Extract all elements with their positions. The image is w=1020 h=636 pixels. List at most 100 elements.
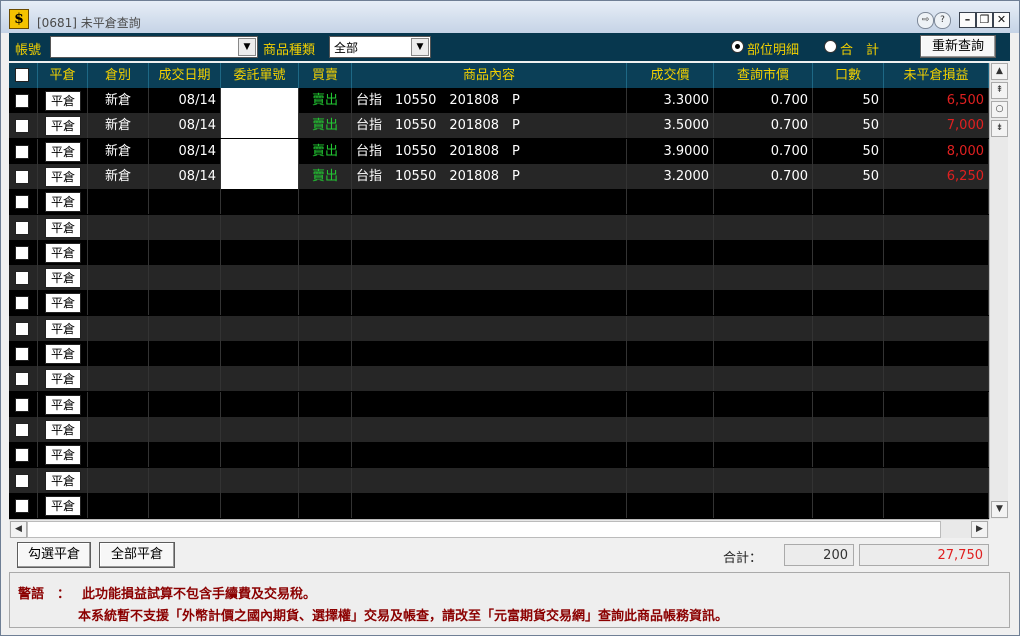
table-row[interactable]: 平倉 新倉 08/14 賣出 台指 10550 201808 P 3.5000 0.700 5… xyxy=(9,113,989,139)
close-position-button[interactable]: 平倉 xyxy=(45,445,81,466)
select-all-checkbox[interactable] xyxy=(15,68,29,82)
close-position-button[interactable]: 平倉 xyxy=(45,394,81,415)
row-select-cell[interactable] xyxy=(9,138,38,164)
row-checkbox[interactable] xyxy=(15,422,29,437)
scroll-left-icon[interactable]: ◀ xyxy=(10,521,27,538)
table-row[interactable]: 平倉 xyxy=(9,341,989,366)
row-checkbox[interactable] xyxy=(15,245,29,260)
row-select-cell[interactable] xyxy=(9,442,38,468)
page-down-icon[interactable]: ⇟ xyxy=(991,120,1008,137)
row-close-cell[interactable]: 平倉 xyxy=(38,113,88,139)
row-checkbox[interactable] xyxy=(15,321,29,336)
radio-total-label[interactable]: 合 計 xyxy=(840,39,879,58)
row-checkbox[interactable] xyxy=(15,169,29,184)
table-row[interactable]: 平倉 新倉 08/14 賣出 台指 10550 201808 P 3.2000 0.700 5… xyxy=(9,163,989,189)
row-select-cell[interactable] xyxy=(9,492,38,518)
radio-position-detail-label[interactable]: 部位明細 xyxy=(747,39,799,58)
page-up-icon[interactable]: ⇞ xyxy=(991,82,1008,99)
table-row[interactable]: 平倉 xyxy=(9,290,989,316)
scroll-thumb[interactable] xyxy=(27,521,941,538)
row-checkbox[interactable] xyxy=(15,271,29,286)
close-position-button[interactable]: 平倉 xyxy=(45,318,81,339)
row-checkbox[interactable] xyxy=(15,94,29,108)
close-position-button[interactable]: 平倉 xyxy=(45,192,81,213)
requery-button[interactable]: 重新查詢 xyxy=(920,35,996,58)
row-close-cell[interactable]: 平倉 xyxy=(38,189,88,215)
title-bar[interactable]: $ [0681] 未平倉查詢 ⇨ ? – ❐ ✕ xyxy=(1,1,1019,33)
table-row[interactable]: 平倉 xyxy=(9,239,989,265)
row-close-cell[interactable]: 平倉 xyxy=(38,239,88,265)
row-close-cell[interactable]: 平倉 xyxy=(38,366,88,392)
close-position-button[interactable]: 平倉 xyxy=(45,217,81,238)
close-position-button[interactable]: 平倉 xyxy=(45,91,81,111)
row-close-cell[interactable]: 平倉 xyxy=(38,88,88,113)
row-close-cell[interactable]: 平倉 xyxy=(38,163,88,189)
row-close-cell[interactable]: 平倉 xyxy=(38,467,88,493)
close-all-button[interactable]: 全部平倉 xyxy=(99,542,175,568)
export-icon[interactable]: ⇨ xyxy=(917,12,934,29)
row-close-cell[interactable]: 平倉 xyxy=(38,315,88,341)
row-checkbox[interactable] xyxy=(15,119,29,134)
row-checkbox[interactable] xyxy=(15,195,29,210)
row-select-cell[interactable] xyxy=(9,113,38,139)
chevron-down-icon[interactable]: ▼ xyxy=(238,38,256,56)
row-select-cell[interactable] xyxy=(9,265,38,291)
close-selected-button[interactable]: 勾選平倉 xyxy=(17,542,91,568)
close-position-button[interactable]: 平倉 xyxy=(45,293,81,314)
close-position-button[interactable]: 平倉 xyxy=(45,116,81,137)
close-position-button[interactable]: 平倉 xyxy=(45,344,81,364)
row-select-cell[interactable] xyxy=(9,391,38,417)
row-checkbox[interactable] xyxy=(15,397,29,412)
close-position-button[interactable]: 平倉 xyxy=(45,166,81,187)
table-row[interactable]: 平倉 xyxy=(9,315,989,341)
row-select-cell[interactable] xyxy=(9,189,38,215)
row-close-cell[interactable]: 平倉 xyxy=(38,416,88,442)
table-row[interactable]: 平倉 xyxy=(9,189,989,215)
scroll-down-icon[interactable]: ▼ xyxy=(991,501,1008,518)
row-close-cell[interactable]: 平倉 xyxy=(38,138,88,164)
table-row[interactable]: 平倉 xyxy=(9,416,989,442)
table-row[interactable]: 平倉 新倉 08/14 賣出 台指 10550 201808 P 3.3000 0.700 5… xyxy=(9,88,989,113)
vertical-scrollbar[interactable]: ▲ ⇞ ○ ⇟ ▼ xyxy=(989,63,1008,519)
table-row[interactable]: 平倉 xyxy=(9,214,989,240)
table-row[interactable]: 平倉 新倉 08/14 賣出 台指 10550 201808 P 3.9000 0.700 5… xyxy=(9,138,989,164)
row-select-cell[interactable] xyxy=(9,214,38,240)
row-select-cell[interactable] xyxy=(9,163,38,189)
radio-position-detail[interactable] xyxy=(731,40,744,53)
row-checkbox[interactable] xyxy=(15,347,29,361)
row-close-cell[interactable]: 平倉 xyxy=(38,341,88,366)
row-select-cell[interactable] xyxy=(9,315,38,341)
row-checkbox[interactable] xyxy=(15,296,29,311)
chevron-down-icon[interactable]: ▼ xyxy=(411,38,429,56)
scroll-right-icon[interactable]: ▶ xyxy=(971,521,988,538)
row-close-cell[interactable]: 平倉 xyxy=(38,391,88,417)
close-position-button[interactable]: 平倉 xyxy=(45,470,81,491)
horizontal-scrollbar[interactable]: ◀ ▶ xyxy=(9,519,989,538)
row-select-cell[interactable] xyxy=(9,366,38,392)
row-select-cell[interactable] xyxy=(9,290,38,316)
row-close-cell[interactable]: 平倉 xyxy=(38,214,88,240)
table-row[interactable]: 平倉 xyxy=(9,391,989,417)
help-icon[interactable]: ? xyxy=(934,12,951,29)
row-select-cell[interactable] xyxy=(9,239,38,265)
close-position-button[interactable]: 平倉 xyxy=(45,419,81,440)
header-select-all[interactable] xyxy=(9,63,38,88)
scroll-up-icon[interactable]: ▲ xyxy=(991,63,1008,80)
row-close-cell[interactable]: 平倉 xyxy=(38,265,88,291)
radio-total[interactable] xyxy=(824,40,837,53)
row-checkbox[interactable] xyxy=(15,498,29,513)
table-row[interactable]: 平倉 xyxy=(9,492,989,518)
table-row[interactable]: 平倉 xyxy=(9,467,989,493)
row-checkbox[interactable] xyxy=(15,473,29,488)
account-select[interactable]: ▼ xyxy=(50,36,258,58)
row-checkbox[interactable] xyxy=(15,220,29,235)
product-type-select[interactable]: 全部 ▼ xyxy=(329,36,431,58)
table-row[interactable]: 平倉 xyxy=(9,265,989,291)
close-position-button[interactable]: 平倉 xyxy=(45,141,81,162)
close-position-button[interactable]: 平倉 xyxy=(45,242,81,263)
maximize-button[interactable]: ❐ xyxy=(976,12,993,28)
close-window-button[interactable]: ✕ xyxy=(993,12,1010,28)
row-select-cell[interactable] xyxy=(9,467,38,493)
close-position-button[interactable]: 平倉 xyxy=(45,268,81,289)
close-position-button[interactable]: 平倉 xyxy=(45,369,81,390)
